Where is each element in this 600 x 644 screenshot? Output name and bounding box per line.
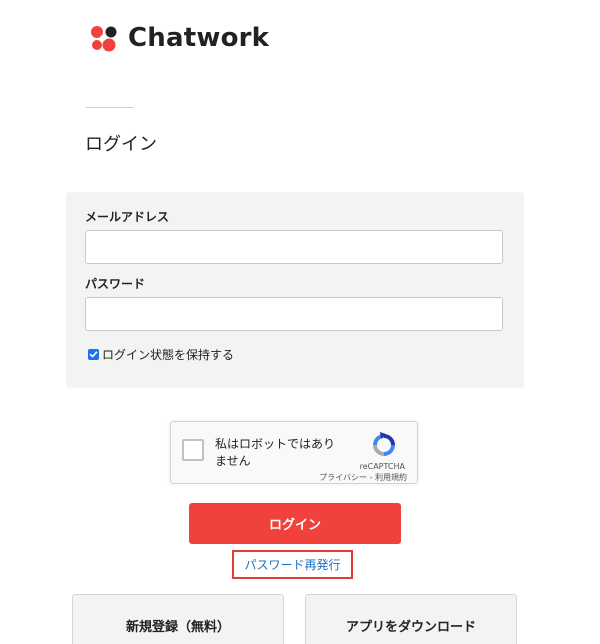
- checkmark-icon: [89, 351, 98, 358]
- remember-label: ログイン状態を保持する: [102, 348, 235, 362]
- remember-checkbox[interactable]: [88, 349, 99, 360]
- recaptcha-label: 私はロボットではありません: [215, 437, 336, 468]
- login-form: メールアドレス パスワード ログイン状態を保持する: [66, 192, 524, 388]
- password-reset-link[interactable]: パスワード再発行: [232, 550, 353, 579]
- login-button[interactable]: ログイン: [189, 503, 401, 544]
- remember-login-option[interactable]: ログイン状態を保持する: [88, 346, 234, 363]
- page-title: ログイン: [85, 134, 157, 155]
- email-field[interactable]: [85, 230, 503, 264]
- recaptcha-logo-icon: [373, 432, 395, 456]
- chatwork-logo-icon: [91, 26, 117, 52]
- recaptcha-link-separator: -: [369, 473, 373, 482]
- password-label: パスワード: [85, 277, 146, 291]
- title-divider: [86, 107, 134, 108]
- brand-name: Chatwork: [128, 23, 270, 53]
- recaptcha-widget: 私はロボットではありません reCAPTCHA プライバシー - 利用規約: [170, 421, 418, 484]
- login-page: Chatwork ログイン メールアドレス パスワード ログイン状態を保持する …: [0, 0, 600, 644]
- recaptcha-terms-link[interactable]: 利用規約: [375, 473, 407, 482]
- recaptcha-checkbox[interactable]: [182, 439, 204, 461]
- recaptcha-brand: reCAPTCHA: [359, 462, 405, 471]
- email-label: メールアドレス: [85, 210, 170, 224]
- recaptcha-links: プライバシー - 利用規約: [319, 473, 407, 483]
- chatwork-logo[interactable]: Chatwork: [86, 20, 269, 56]
- signup-button[interactable]: 新規登録（無料）: [72, 594, 284, 644]
- password-field[interactable]: [85, 297, 503, 331]
- download-app-button[interactable]: アプリをダウンロード: [305, 594, 517, 644]
- recaptcha-privacy-link[interactable]: プライバシー: [319, 473, 367, 482]
